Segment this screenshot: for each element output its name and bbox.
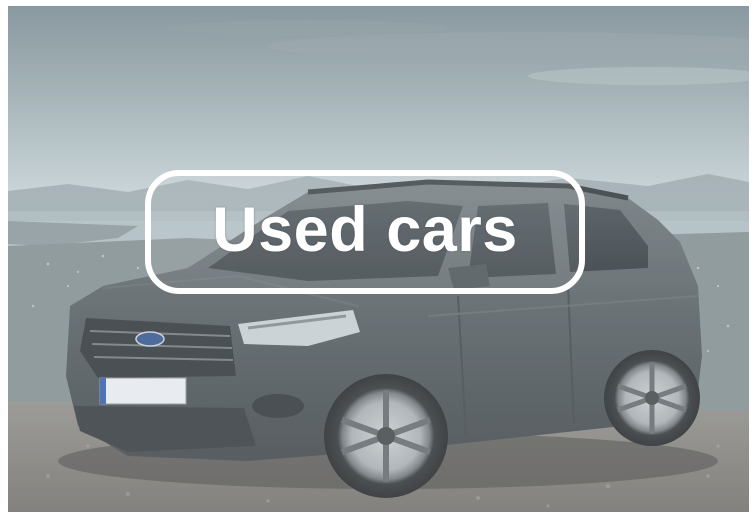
hero-banner[interactable]: Used cars bbox=[8, 6, 749, 512]
used-cars-badge[interactable]: Used cars bbox=[145, 170, 585, 294]
badge-label: Used cars bbox=[212, 194, 518, 265]
